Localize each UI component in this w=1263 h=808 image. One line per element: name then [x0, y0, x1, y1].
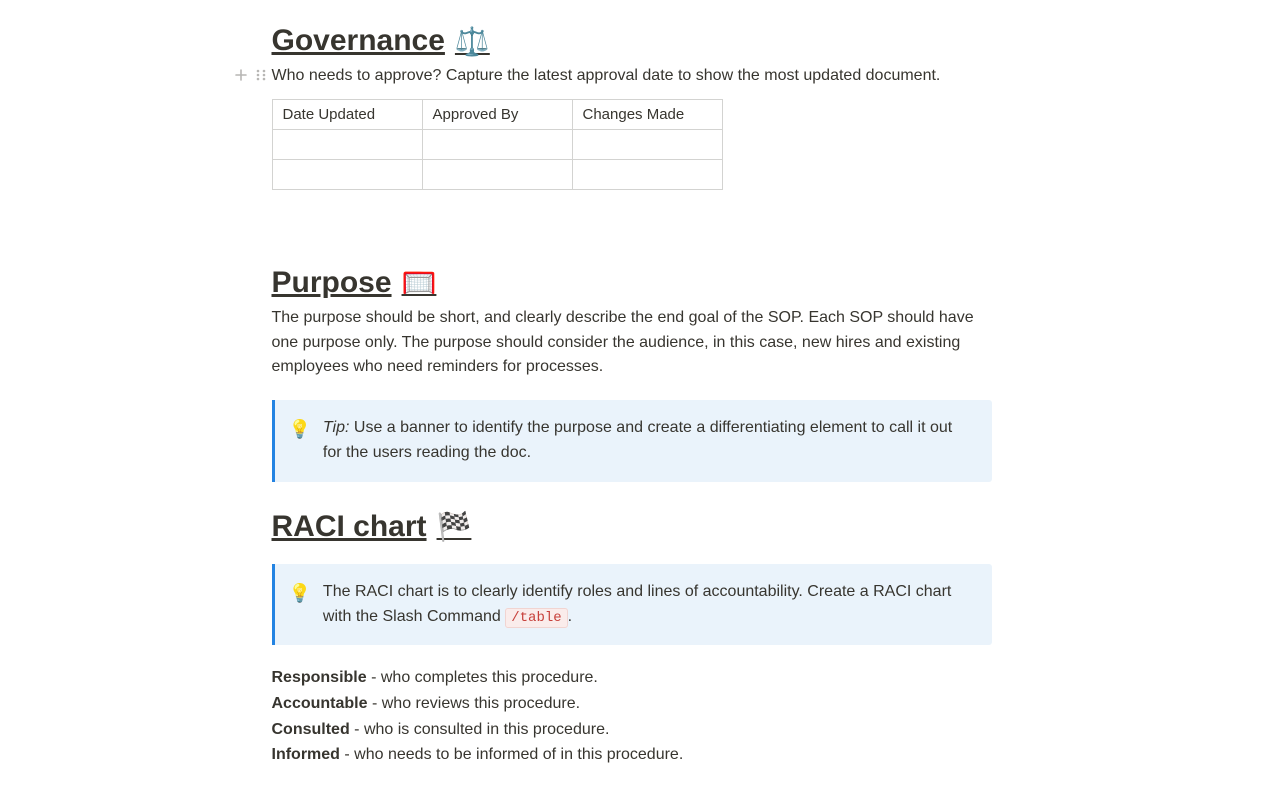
lightbulb-icon: 💡 [289, 580, 311, 630]
grip-icon [255, 68, 267, 82]
drag-handle[interactable] [252, 66, 270, 84]
raci-role-desc: - who needs to be informed of in this pr… [340, 746, 683, 763]
governance-table[interactable]: Date Updated Approved By Changes Made [272, 99, 723, 190]
table-cell[interactable] [422, 159, 572, 189]
raci-callout[interactable]: 💡 The RACI chart is to clearly identify … [272, 564, 992, 646]
raci-role-desc: - who is consulted in this procedure. [350, 721, 610, 738]
balance-scale-icon: ⚖️ [455, 25, 490, 58]
raci-role-desc: - who reviews this procedure. [368, 695, 581, 712]
governance-description[interactable]: Who needs to approve? Capture the latest… [272, 64, 992, 89]
raci-heading-text: RACI chart [272, 510, 427, 544]
tip-text: Use a banner to identify the purpose and… [323, 419, 952, 461]
table-row: Date Updated Approved By Changes Made [272, 99, 722, 129]
raci-callout-text-after: . [568, 608, 572, 625]
table-row [272, 129, 722, 159]
raci-role-line[interactable]: Responsible - who completes this procedu… [272, 665, 992, 691]
callout-content: The RACI chart is to clearly identify ro… [323, 580, 974, 630]
plus-icon [234, 68, 248, 82]
raci-role-line[interactable]: Informed - who needs to be informed of i… [272, 742, 992, 768]
raci-role-line[interactable]: Accountable - who reviews this procedure… [272, 691, 992, 717]
purpose-tip-callout[interactable]: 💡 Tip: Use a banner to identify the purp… [272, 400, 992, 482]
table-header-cell[interactable]: Changes Made [572, 99, 722, 129]
goal-net-icon: 🥅 [402, 266, 437, 299]
tip-label: Tip: [323, 419, 350, 436]
raci-callout-text-before: The RACI chart is to clearly identify ro… [323, 583, 951, 625]
table-cell[interactable] [272, 159, 422, 189]
lightbulb-icon: 💡 [289, 416, 311, 466]
table-cell[interactable] [572, 129, 722, 159]
table-cell[interactable] [422, 129, 572, 159]
purpose-heading[interactable]: Purpose 🥅 [272, 266, 992, 300]
raci-role-line[interactable]: Consulted - who is consulted in this pro… [272, 717, 992, 743]
table-header-cell[interactable]: Approved By [422, 99, 572, 129]
governance-heading[interactable]: Governance ⚖️ [272, 24, 992, 58]
table-cell[interactable] [572, 159, 722, 189]
purpose-description[interactable]: The purpose should be short, and clearly… [272, 306, 992, 380]
table-header-cell[interactable]: Date Updated [272, 99, 422, 129]
table-cell[interactable] [272, 129, 422, 159]
add-block-button[interactable] [232, 66, 250, 84]
slash-command-code: /table [505, 608, 567, 628]
raci-role-label: Consulted [272, 721, 350, 738]
raci-role-label: Responsible [272, 669, 367, 686]
raci-heading[interactable]: RACI chart 🏁 [272, 510, 992, 544]
raci-role-label: Accountable [272, 695, 368, 712]
checkered-flag-icon: 🏁 [437, 510, 472, 543]
callout-content: Tip: Use a banner to identify the purpos… [323, 416, 974, 466]
table-row [272, 159, 722, 189]
raci-role-label: Informed [272, 746, 340, 763]
governance-heading-text: Governance [272, 24, 445, 58]
raci-role-desc: - who completes this procedure. [367, 669, 598, 686]
purpose-heading-text: Purpose [272, 266, 392, 300]
